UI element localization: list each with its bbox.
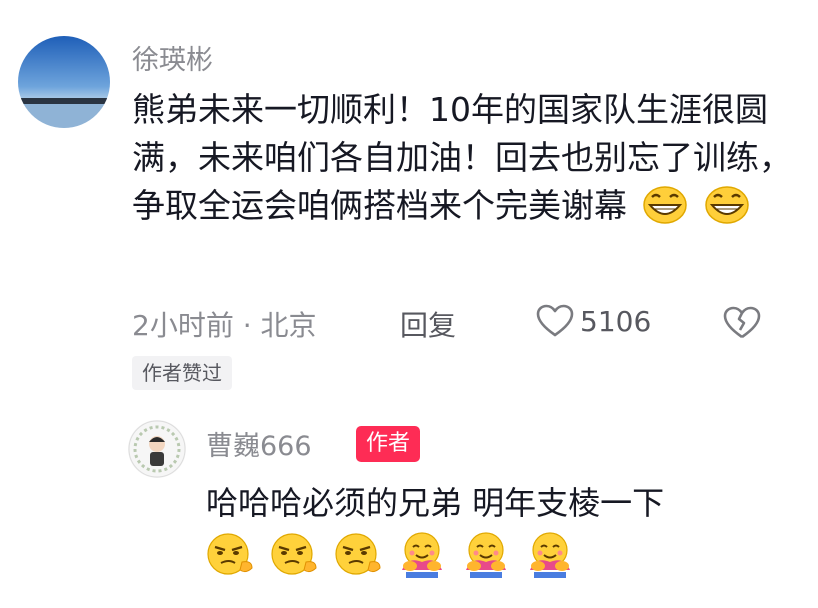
heart-icon xyxy=(536,304,574,337)
broken-heart-icon xyxy=(723,306,761,339)
grin-emoji-icon xyxy=(642,185,688,238)
author-badge: 作者 xyxy=(356,426,421,462)
like-button[interactable]: 5106 xyxy=(536,304,651,338)
smirk-emoji-icon xyxy=(207,533,253,575)
comment-text: 熊弟未来一切顺利！10年的国家队生涯很圆满，未来咱们各自加油！回去也别忘了训练，… xyxy=(132,86,792,238)
author-liked-badge: 作者赞过 xyxy=(132,356,232,390)
commenter-avatar[interactable] xyxy=(18,36,110,128)
commenter-username[interactable]: 徐瑛彬 xyxy=(132,38,213,77)
avatar-cartoon-image xyxy=(128,420,186,478)
like-count: 5106 xyxy=(580,304,652,338)
comment-time-location: 2小时前 · 北京 xyxy=(132,309,317,342)
comment-text-content: 熊弟未来一切顺利！10年的国家队生涯很圆满，未来咱们各自加油！回去也别忘了训练，… xyxy=(132,90,792,225)
hug-emoji-icon xyxy=(402,532,442,578)
hug-emoji-icon xyxy=(530,532,570,578)
reply-emoji-row xyxy=(204,528,576,580)
avatar-landscape-image xyxy=(18,36,110,128)
smirk-emoji-icon xyxy=(271,533,317,575)
dislike-button[interactable] xyxy=(722,306,762,347)
reply-button[interactable]: 回复 xyxy=(400,304,456,344)
grin-emoji-icon xyxy=(704,185,750,238)
reply-username[interactable]: 曹巍666 xyxy=(206,424,312,463)
reply-avatar[interactable] xyxy=(128,420,186,478)
comment-meta-row: 2小时前 · 北京 回复 5106 xyxy=(132,304,792,344)
reply-text: 哈哈哈必须的兄弟 明年支棱一下 xyxy=(206,484,665,522)
hug-emoji-icon xyxy=(466,532,506,578)
smirk-emoji-icon xyxy=(335,533,381,575)
